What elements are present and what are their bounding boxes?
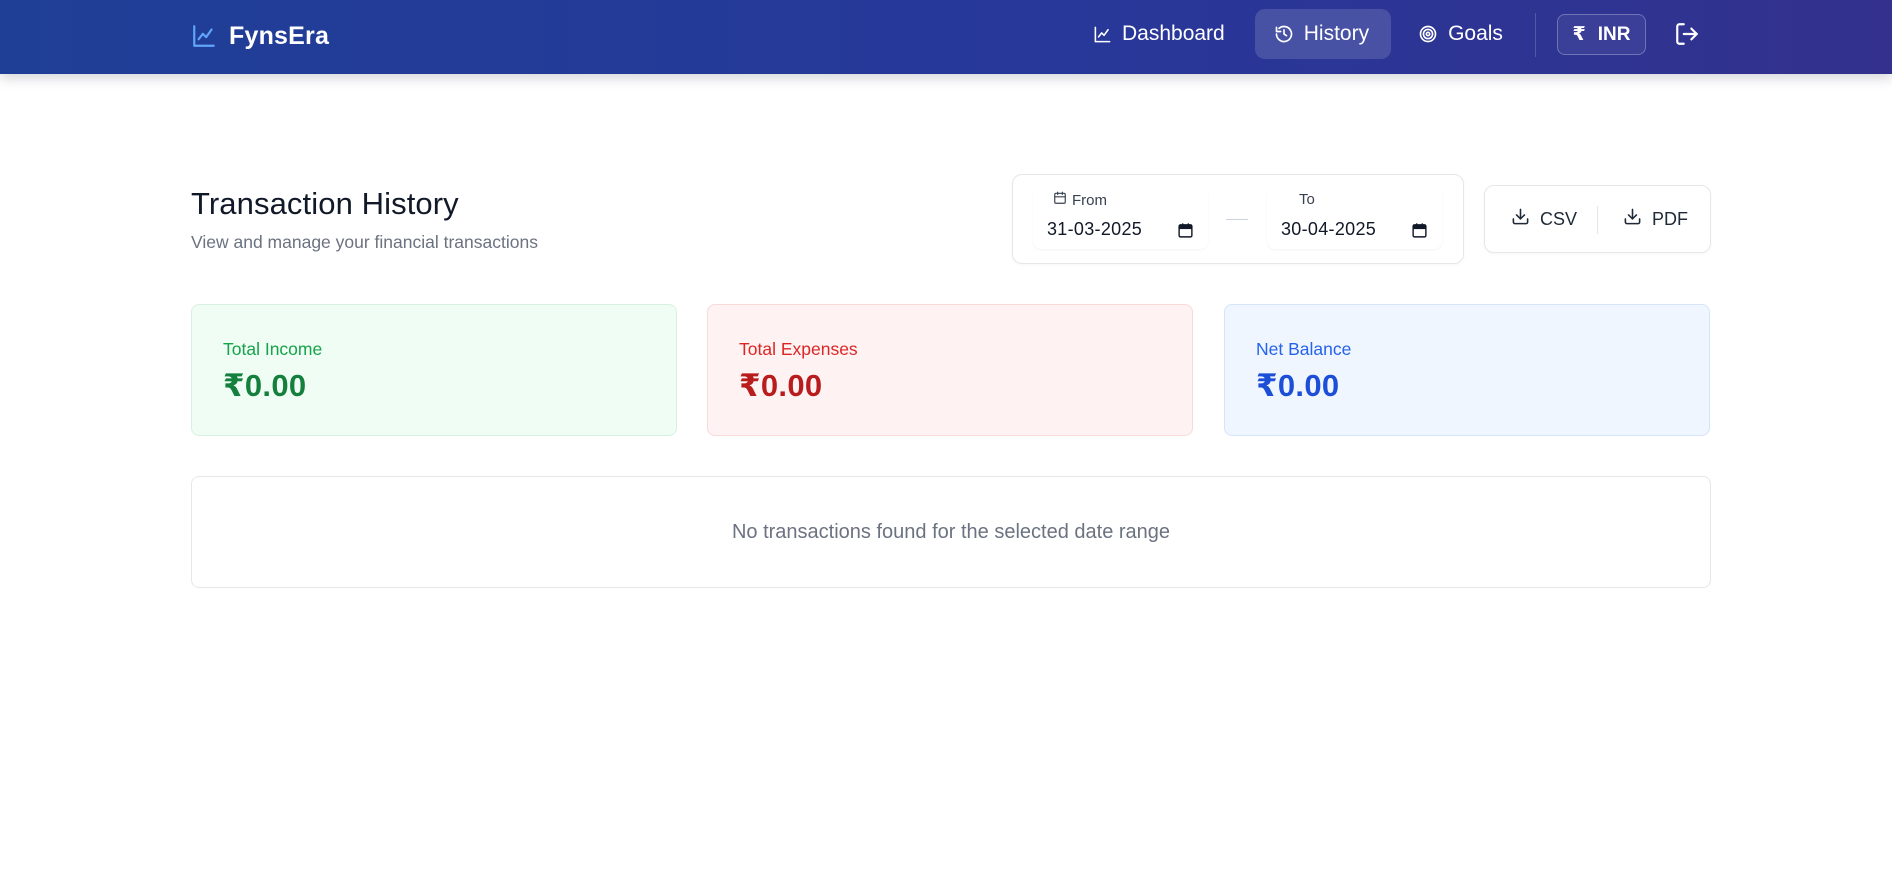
export-actions: CSV PDF	[1484, 185, 1711, 253]
from-date-input[interactable]: From 31-03-2025	[1033, 187, 1208, 249]
calendar-icon	[1053, 191, 1067, 209]
net-balance-card: Net Balance ₹0.00	[1224, 304, 1710, 436]
brand-name: FynsEra	[229, 21, 330, 50]
nav-goals[interactable]: Goals	[1399, 9, 1525, 59]
target-icon	[1418, 24, 1438, 44]
total-expenses-value: ₹0.00	[739, 368, 823, 403]
line-chart-icon	[1093, 25, 1112, 44]
total-expenses-label: Total Expenses	[739, 339, 858, 359]
empty-state-message: No transactions found for the selected d…	[731, 520, 1171, 543]
download-icon	[1511, 207, 1530, 231]
page-subtitle: View and manage your financial transacti…	[191, 232, 538, 252]
to-date-value: 30-04-2025	[1281, 219, 1377, 239]
to-date-input[interactable]: To 30-04-2025	[1267, 187, 1442, 249]
nav-dashboard-label: Dashboard	[1122, 22, 1225, 45]
nav-dashboard[interactable]: Dashboard	[1074, 9, 1247, 59]
logout-button[interactable]	[1674, 21, 1702, 49]
total-income-label: Total Income	[223, 339, 323, 359]
from-date-value: 31-03-2025	[1047, 219, 1143, 239]
export-csv-button[interactable]: CSV	[1511, 186, 1577, 252]
main-nav: Dashboard History Goals	[1074, 9, 1525, 59]
nav-history[interactable]: History	[1254, 9, 1392, 59]
to-date-label: To	[1299, 191, 1315, 208]
top-navbar: FynsEra Dashboard History Goals ₹ INR	[0, 0, 1892, 74]
logout-icon	[1674, 23, 1700, 51]
date-range-separator	[1226, 219, 1248, 220]
rupee-icon: ₹	[1572, 24, 1586, 45]
export-pdf-label: PDF	[1652, 208, 1688, 229]
nav-history-label: History	[1303, 22, 1370, 45]
export-pdf-button[interactable]: PDF	[1623, 186, 1688, 252]
calendar-picker-icon[interactable]	[1177, 222, 1194, 244]
net-balance-label: Net Balance	[1256, 339, 1352, 359]
nav-goals-label: Goals	[1448, 22, 1503, 45]
date-range-filter: From 31-03-2025 To 30-04-2025	[1012, 174, 1464, 264]
brand[interactable]: FynsEra	[191, 18, 329, 54]
total-expenses-card: Total Expenses ₹0.00	[707, 304, 1193, 436]
download-icon	[1623, 207, 1642, 231]
page-title: Transaction History	[191, 186, 459, 221]
nav-divider	[1535, 13, 1536, 57]
net-balance-value: ₹0.00	[1256, 368, 1340, 403]
total-income-card: Total Income ₹0.00	[191, 304, 677, 436]
total-income-value: ₹0.00	[223, 368, 307, 403]
calendar-picker-icon[interactable]	[1411, 222, 1428, 244]
export-divider	[1597, 206, 1598, 234]
from-date-label: From	[1053, 191, 1107, 209]
line-chart-icon	[191, 23, 217, 49]
currency-selector[interactable]: ₹ INR	[1557, 14, 1646, 55]
export-csv-label: CSV	[1540, 208, 1578, 229]
currency-code: INR	[1597, 23, 1631, 45]
transactions-list: No transactions found for the selected d…	[191, 476, 1711, 588]
history-icon	[1274, 24, 1294, 44]
